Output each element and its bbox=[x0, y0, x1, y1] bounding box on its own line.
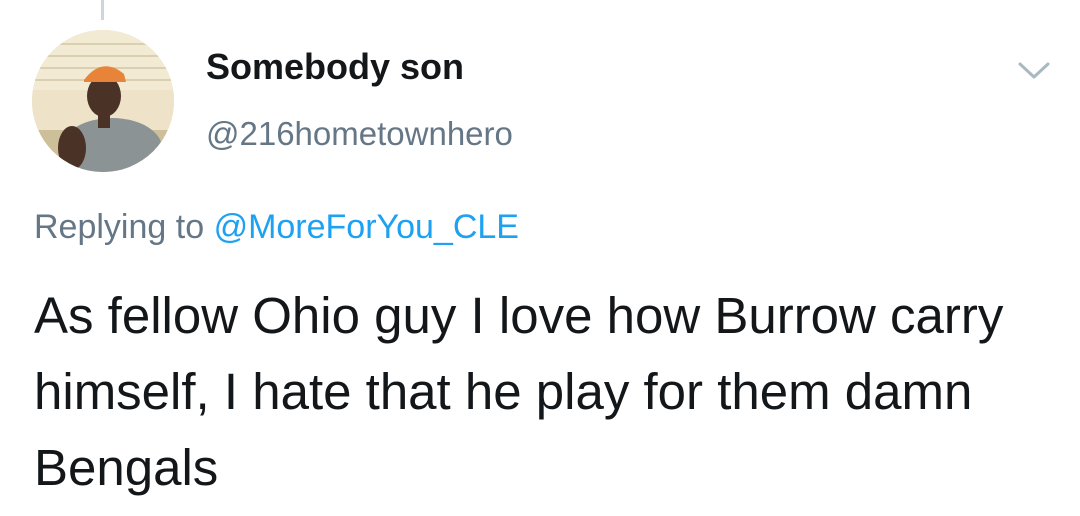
reply-mention-link[interactable]: @MoreForYou_CLE bbox=[214, 208, 519, 246]
avatar[interactable] bbox=[32, 30, 174, 172]
chevron-down-icon bbox=[1018, 62, 1050, 79]
replying-to-label: Replying to bbox=[34, 208, 205, 246]
thread-connector-line bbox=[101, 0, 104, 20]
tweet-text: As fellow Ohio guy I love how Burrow car… bbox=[34, 287, 1018, 496]
avatar-photo-icon bbox=[32, 30, 174, 172]
tweet-menu-button[interactable] bbox=[1016, 58, 1052, 82]
author-display-name[interactable]: Somebody son bbox=[206, 46, 464, 88]
replying-to-line: Replying to @MoreForYou_CLE bbox=[34, 208, 519, 247]
author-handle[interactable]: @216hometownhero bbox=[206, 115, 513, 153]
